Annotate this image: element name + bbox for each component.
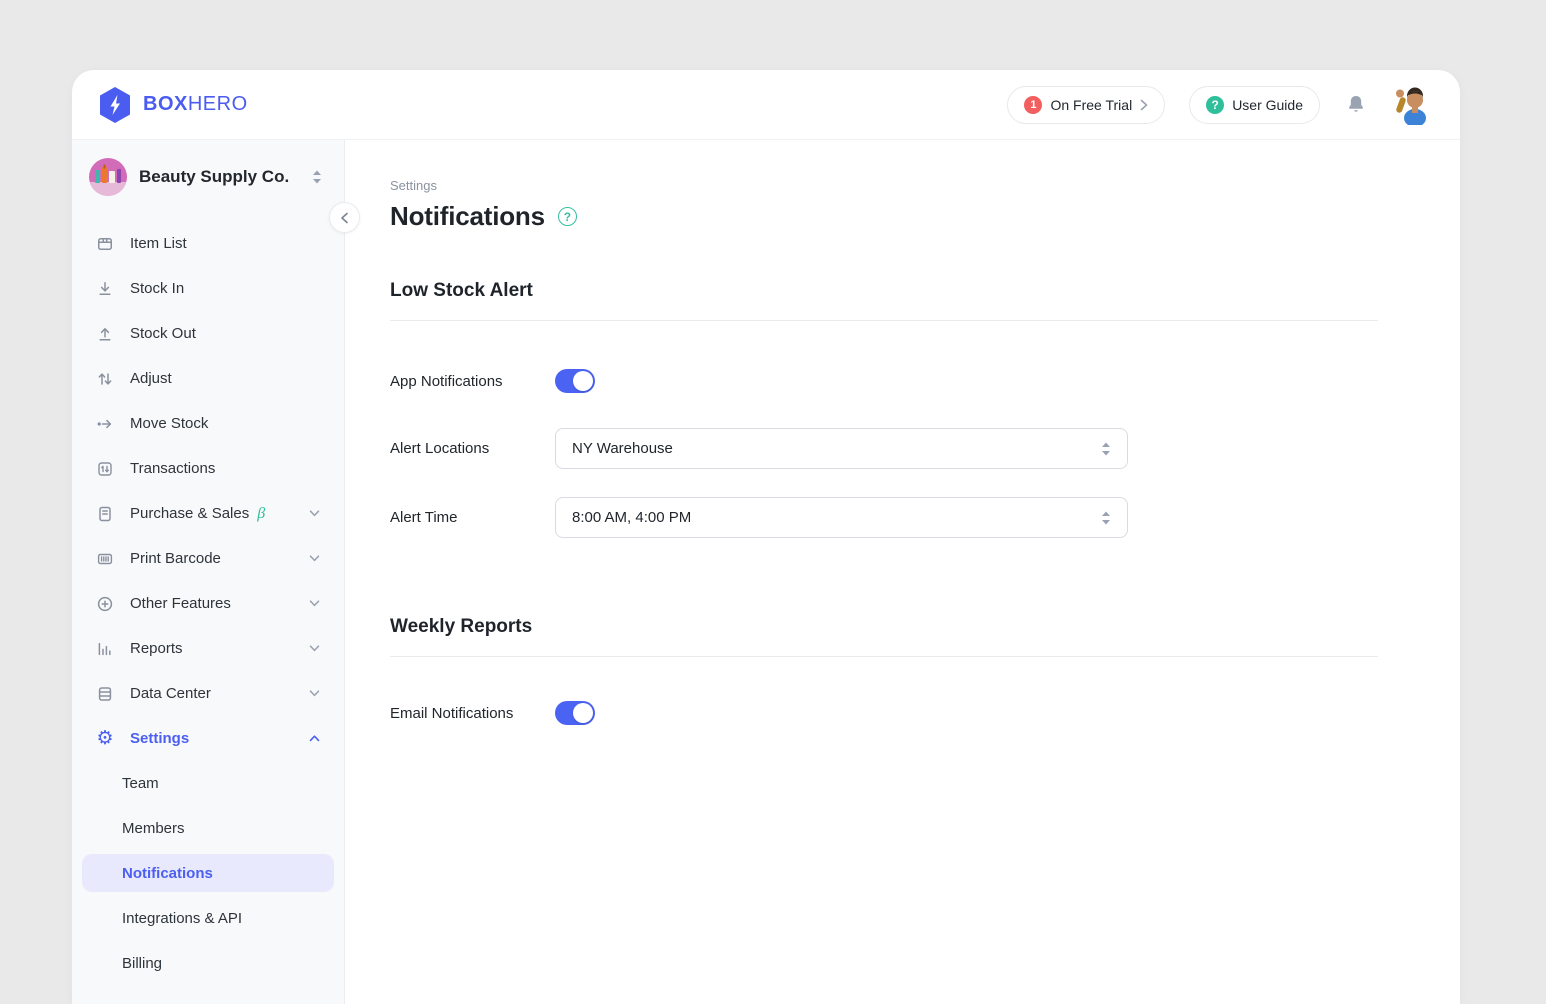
dot-arrow-right-icon xyxy=(96,415,114,433)
top-bar-right: 1 On Free Trial ? User Guide xyxy=(1007,85,1432,125)
alert-locations-select[interactable]: NY Warehouse xyxy=(555,428,1128,469)
boxhero-hexagon-icon xyxy=(98,86,132,124)
database-icon xyxy=(96,685,114,703)
sidebar-item-team[interactable]: Team xyxy=(72,761,344,806)
section-weekly-reports: Weekly Reports xyxy=(390,616,1460,638)
sidebar-item-stock-in[interactable]: Stock In xyxy=(72,266,344,311)
bar-chart-icon xyxy=(96,640,114,658)
brand-light: HERO xyxy=(188,93,248,115)
person-raising-hand-icon xyxy=(1392,85,1432,125)
sidebar-item-purchase-sales[interactable]: Purchase & Sales β xyxy=(72,491,344,536)
user-guide-label: User Guide xyxy=(1232,97,1303,113)
arrow-up-from-line-icon xyxy=(96,325,114,343)
breadcrumb: Settings xyxy=(390,178,1460,193)
package-icon xyxy=(96,235,114,253)
toggle-knob xyxy=(573,371,593,391)
select-arrows-icon xyxy=(1101,511,1111,525)
toggle-knob xyxy=(573,703,593,723)
workspace-avatar xyxy=(89,158,127,196)
brand-bold: BOX xyxy=(143,93,188,115)
sidebar-collapse-button[interactable] xyxy=(329,202,360,233)
chevron-down-icon xyxy=(309,690,320,697)
bell-icon xyxy=(1344,93,1368,117)
alert-time-label: Alert Time xyxy=(390,509,555,526)
sidebar-item-members[interactable]: Members xyxy=(72,806,344,851)
sidebar-item-move-stock[interactable]: Move Stock xyxy=(72,401,344,446)
gear-icon: ⚙ xyxy=(96,729,114,748)
divider xyxy=(390,656,1378,657)
chevron-down-icon xyxy=(309,600,320,607)
trial-label: On Free Trial xyxy=(1050,97,1132,113)
sidebar-item-item-list[interactable]: Item List xyxy=(72,221,344,266)
section-low-stock-alert: Low Stock Alert xyxy=(390,280,1460,302)
boxhero-wordmark: BOXHERO xyxy=(143,93,248,116)
sidebar-item-integrations-api[interactable]: Integrations & API xyxy=(72,896,344,941)
user-avatar[interactable] xyxy=(1392,85,1432,125)
chevron-left-icon xyxy=(340,212,349,224)
select-arrows-icon xyxy=(1101,442,1111,456)
alert-locations-label: Alert Locations xyxy=(390,440,555,457)
app-notifications-toggle[interactable] xyxy=(555,369,595,393)
email-notifications-toggle[interactable] xyxy=(555,701,595,725)
sidebar-item-data-center[interactable]: Data Center xyxy=(72,671,344,716)
arrow-down-to-line-icon xyxy=(96,280,114,298)
workspace-name: Beauty Supply Co. xyxy=(139,167,289,187)
sidebar-item-other-features[interactable]: Other Features xyxy=(72,581,344,626)
alert-locations-value: NY Warehouse xyxy=(572,440,673,457)
alert-time-select[interactable]: 8:00 AM, 4:00 PM xyxy=(555,497,1128,538)
chevron-down-icon xyxy=(309,510,320,517)
sidebar-item-reports[interactable]: Reports xyxy=(72,626,344,671)
trial-badge-icon: 1 xyxy=(1024,96,1042,114)
workspace-selector-icon xyxy=(312,170,322,184)
sidebar-nav: Item List Stock In xyxy=(72,196,344,986)
chevron-right-icon xyxy=(1140,99,1148,111)
page-title: Notifications xyxy=(390,201,545,232)
barcode-icon xyxy=(96,550,114,568)
help-icon[interactable]: ? xyxy=(558,207,577,226)
sidebar-item-billing[interactable]: Billing xyxy=(72,941,344,986)
app-background: { "brand": { "bold": "BOX", "light": "HE… xyxy=(0,0,1546,1004)
sidebar-item-adjust[interactable]: Adjust xyxy=(72,356,344,401)
beta-badge: β xyxy=(257,505,265,523)
document-icon xyxy=(96,505,114,523)
divider xyxy=(390,320,1378,321)
sidebar-item-notifications[interactable]: Notifications xyxy=(82,854,334,892)
chevron-up-icon xyxy=(309,735,320,742)
app-window: BOXHERO 1 On Free Trial ? User Guide xyxy=(72,70,1460,1004)
top-bar: BOXHERO 1 On Free Trial ? User Guide xyxy=(72,70,1460,140)
user-guide-button[interactable]: ? User Guide xyxy=(1189,86,1320,124)
alert-time-value: 8:00 AM, 4:00 PM xyxy=(572,509,691,526)
notifications-bell-button[interactable] xyxy=(1344,93,1368,117)
sidebar: Beauty Supply Co. Item List xyxy=(72,140,345,1004)
transactions-box-icon xyxy=(96,460,114,478)
arrows-up-down-icon xyxy=(96,370,114,388)
workspace-switcher[interactable]: Beauty Supply Co. xyxy=(72,140,344,196)
sidebar-item-settings[interactable]: ⚙ Settings xyxy=(72,716,344,761)
sidebar-item-transactions[interactable]: Transactions xyxy=(72,446,344,491)
sidebar-item-stock-out[interactable]: Stock Out xyxy=(72,311,344,356)
email-notifications-label: Email Notifications xyxy=(390,705,555,722)
plus-circle-icon xyxy=(96,595,114,613)
on-free-trial-button[interactable]: 1 On Free Trial xyxy=(1007,86,1165,124)
main-content: Settings Notifications ? Low Stock Alert… xyxy=(345,140,1460,1004)
app-notifications-label: App Notifications xyxy=(390,373,555,390)
chevron-down-icon xyxy=(309,555,320,562)
boxhero-logo[interactable]: BOXHERO xyxy=(98,86,248,124)
question-circle-icon: ? xyxy=(1206,96,1224,114)
chevron-down-icon xyxy=(309,645,320,652)
sidebar-item-print-barcode[interactable]: Print Barcode xyxy=(72,536,344,581)
window-body: Beauty Supply Co. Item List xyxy=(72,140,1460,1004)
